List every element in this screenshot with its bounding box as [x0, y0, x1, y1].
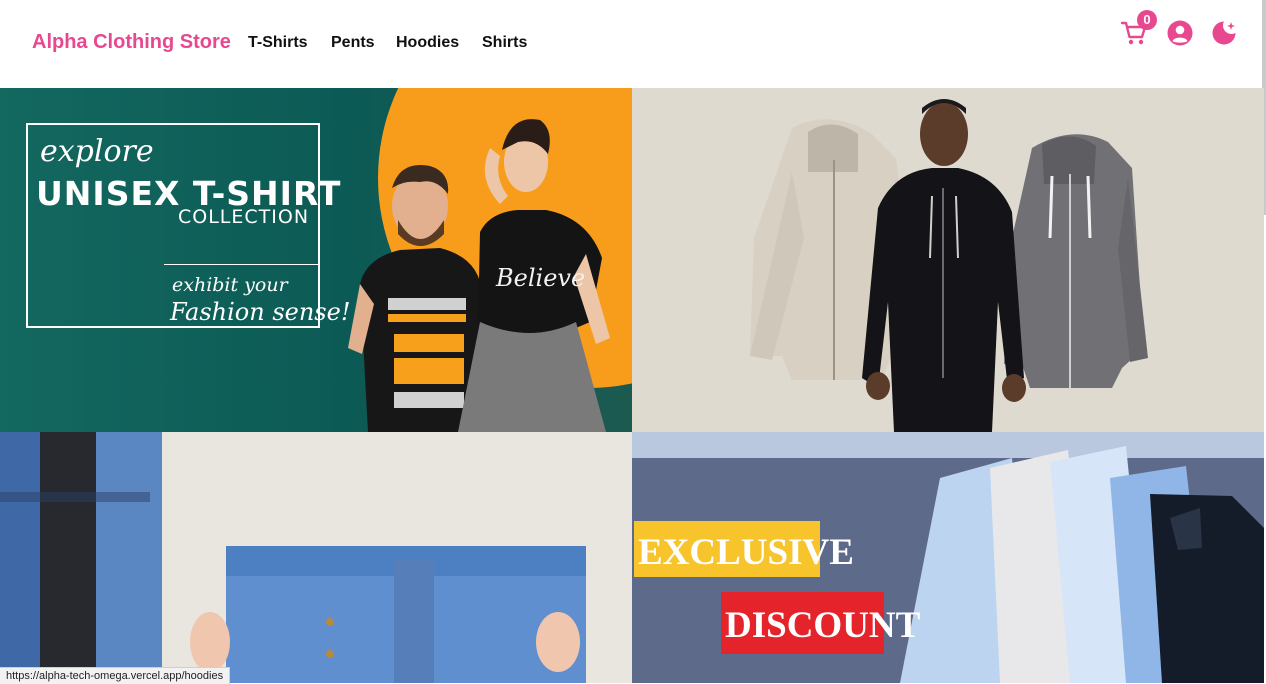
nav-link-pents[interactable]: Pents	[331, 34, 375, 52]
exclusive-label: EXCLUSIVE	[634, 521, 854, 577]
banner-subtitle: COLLECTION	[178, 206, 310, 228]
shirts-image	[900, 446, 1264, 683]
jeans-image	[0, 432, 586, 683]
cart-count-badge: 0	[1137, 10, 1157, 30]
theme-toggle-button[interactable]	[1210, 19, 1238, 47]
nav-link-hoodies[interactable]: Hoodies	[396, 34, 459, 52]
models-tshirt-image: Believe	[348, 119, 610, 432]
banner-tagline-1: exhibit your	[172, 274, 288, 296]
nav-link-tshirts[interactable]: T-Shirts	[248, 34, 308, 52]
exclusive-text: EXCLUSIVE	[638, 532, 854, 573]
discount-text: DISCOUNT	[725, 605, 921, 646]
discount-label: DISCOUNT	[721, 592, 920, 654]
account-button[interactable]	[1167, 20, 1195, 48]
user-circle-icon	[1167, 20, 1193, 46]
model-shirt-text: Believe	[495, 264, 585, 292]
banner-shirts-discount[interactable]: EXCLUSIVE DISCOUNT	[632, 432, 1264, 683]
banner-tagline-2: Fashion sense!	[170, 298, 351, 326]
nav-link-shirts[interactable]: Shirts	[482, 34, 527, 52]
navbar: Alpha Clothing Store T-Shirts Pents Hood…	[0, 0, 1266, 88]
brand-logo-link[interactable]: Alpha Clothing Store	[32, 31, 231, 54]
banner-tshirt-collection[interactable]: explore UNISEX T-SHIRT COLLECTION exhibi…	[0, 88, 632, 432]
banner-hoodies[interactable]	[632, 88, 1264, 432]
browser-status-url: https://alpha-tech-omega.vercel.app/hood…	[0, 667, 231, 684]
banner-explore-text: explore	[40, 134, 154, 169]
banner-jeans[interactable]	[0, 432, 632, 683]
moon-stars-icon	[1212, 21, 1236, 45]
hoodies-image	[750, 99, 1148, 432]
banner-divider	[164, 264, 318, 265]
